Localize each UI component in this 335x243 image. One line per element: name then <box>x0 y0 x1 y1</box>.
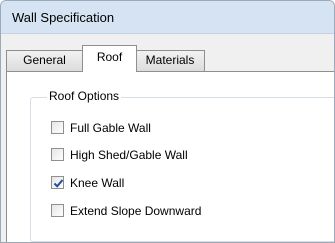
high-shed-gable-wall-checkbox[interactable]: High Shed/Gable Wall <box>51 147 188 162</box>
tab-materials[interactable]: Materials <box>135 50 205 71</box>
checkbox-box[interactable] <box>51 204 64 217</box>
roof-options-legend: Roof Options <box>47 89 122 103</box>
extend-slope-downward-checkbox[interactable]: Extend Slope Downward <box>51 203 201 218</box>
checkbox-box[interactable] <box>51 148 64 161</box>
checkbox-label[interactable]: Full Gable Wall <box>70 121 151 135</box>
wall-specification-dialog: Wall Specification General Roof Material… <box>0 0 335 243</box>
tab-roof[interactable]: Roof <box>82 45 137 72</box>
roof-options-group <box>30 97 334 242</box>
checkbox-label[interactable]: High Shed/Gable Wall <box>70 148 188 162</box>
tab-general[interactable]: General <box>6 50 83 71</box>
full-gable-wall-checkbox[interactable]: Full Gable Wall <box>51 120 151 135</box>
title-bar[interactable]: Wall Specification <box>1 1 334 34</box>
checkbox-box[interactable] <box>51 176 64 189</box>
checkbox-label[interactable]: Extend Slope Downward <box>70 204 201 218</box>
checkbox-box[interactable] <box>51 121 64 134</box>
dialog-title: Wall Specification <box>12 10 115 25</box>
checkbox-label[interactable]: Knee Wall <box>70 176 124 190</box>
check-mark-icon <box>53 179 64 188</box>
dialog-client-area: General Roof Materials Roof Options Full… <box>1 34 334 242</box>
knee-wall-checkbox[interactable]: Knee Wall <box>51 175 124 190</box>
